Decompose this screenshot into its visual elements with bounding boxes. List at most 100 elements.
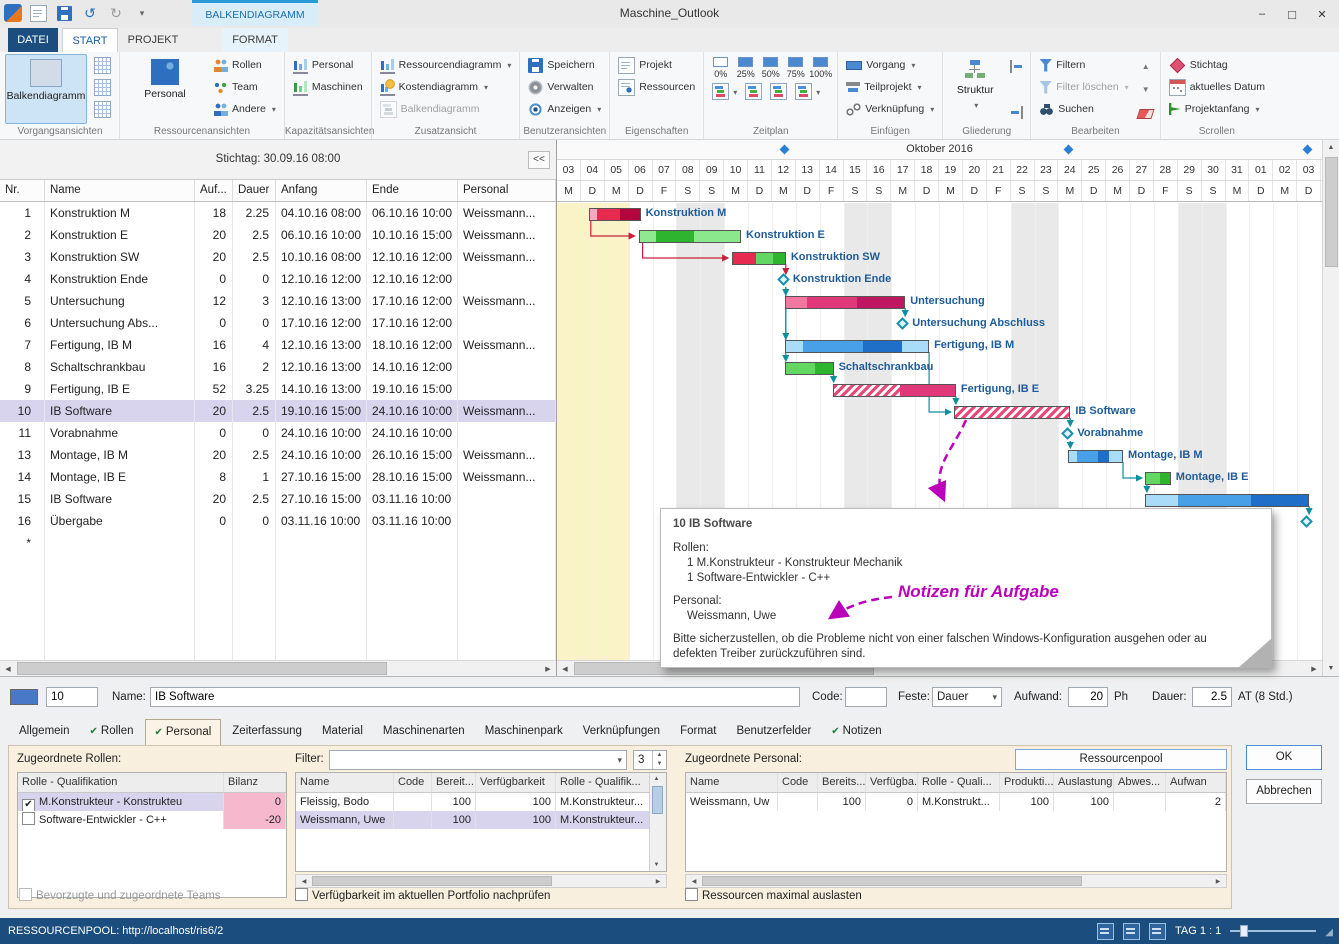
scroll-right-icon[interactable]: ▶ <box>1306 661 1322 676</box>
task-row[interactable]: 10 IB Software 20 2.5 19.10.16 15:00 24.10.16… <box>0 400 556 422</box>
cancel-button[interactable]: Abbrechen <box>1246 779 1322 804</box>
code-field[interactable] <box>845 687 887 707</box>
assigned-header-code[interactable]: Code <box>778 773 818 792</box>
scroll-thumb[interactable] <box>1325 157 1338 267</box>
gantt-bar[interactable] <box>1068 450 1124 463</box>
projekt-eigenschaften-button[interactable]: Projekt <box>614 54 699 76</box>
suchen-button[interactable]: Suchen <box>1035 98 1132 120</box>
scroll-left-icon[interactable]: ◀ <box>557 661 573 676</box>
dauer-field[interactable] <box>1192 687 1232 707</box>
ressourcendiagramm-button[interactable]: Ressourcendiagramm <box>376 54 516 76</box>
gantt-bar[interactable] <box>732 252 786 265</box>
task-row[interactable]: 5 Untersuchung 12 3 12.10.16 13:00 17.10.16 1… <box>0 290 556 312</box>
pool-table-scrollbar[interactable]: ▲ ▼ <box>649 773 666 871</box>
tab-datei[interactable]: DATEI <box>8 28 58 52</box>
scroll-left-icon[interactable]: ◀ <box>0 661 16 676</box>
gantt-bar[interactable] <box>638 230 742 243</box>
vertical-scrollbar[interactable]: ▲ ▼ <box>1322 140 1339 676</box>
assigned-header-abwesenheit[interactable]: Abwes... <box>1114 773 1166 792</box>
progress-0-button[interactable]: 0% <box>708 54 733 79</box>
task-row[interactable]: 3 Konstruktion SW 20 2.5 10.10.16 08:00 12.10… <box>0 246 556 268</box>
tab-start[interactable]: START <box>62 28 118 52</box>
task-row[interactable]: 9 Fertigung, IB E 52 3.25 14.10.16 13:00 19.1… <box>0 378 556 400</box>
column-header-nr[interactable]: Nr. <box>0 180 45 201</box>
verwalten-button[interactable]: Verwalten <box>524 76 605 98</box>
assigned-header-auslastung[interactable]: Auslastung <box>1054 773 1114 792</box>
scroll-thumb[interactable] <box>702 876 1082 886</box>
gantt-bar[interactable] <box>784 296 906 309</box>
assigned-header-verfuegbar[interactable]: Verfügba... <box>866 773 918 792</box>
detail-tab-material[interactable]: Material <box>313 719 372 743</box>
collapse-up-button[interactable] <box>1136 56 1156 76</box>
role-checkbox[interactable] <box>22 812 35 825</box>
schedule-tool-3-button[interactable] <box>766 81 791 101</box>
scroll-thumb[interactable] <box>652 786 663 814</box>
filter-combo[interactable] <box>329 750 627 770</box>
andere-button[interactable]: Andere <box>209 98 280 120</box>
spin-down-icon[interactable]: ▼ <box>653 760 666 769</box>
aktuelles-datum-button[interactable]: aktuelles Datum <box>1165 76 1269 98</box>
task-view-2-button[interactable] <box>90 76 115 98</box>
role-checkbox[interactable] <box>22 799 35 811</box>
task-name-field[interactable] <box>150 687 800 707</box>
ressourcen-eigenschaften-button[interactable]: Ressourcen <box>614 76 699 98</box>
redo-button[interactable] <box>106 3 126 23</box>
scroll-up-icon[interactable]: ▲ <box>1323 140 1339 155</box>
kostendiagramm-button[interactable]: Kostendiagramm <box>376 76 516 98</box>
pool-row[interactable]: Weissmann, Uwe 100 100 M.Konstrukteur... <box>296 811 652 829</box>
team-button[interactable]: Team <box>209 76 280 98</box>
zoom-slider[interactable] <box>1230 925 1317 937</box>
task-row[interactable]: 7 Fertigung, IB M 16 4 12.10.16 13:00 18.10.1… <box>0 334 556 356</box>
undo-button[interactable] <box>80 3 100 23</box>
scroll-left-icon[interactable]: ◀ <box>296 874 312 889</box>
gantt-bar[interactable] <box>953 406 1071 419</box>
view-switch-icon-3[interactable] <box>1149 922 1167 940</box>
feste-select[interactable]: Dauer <box>932 687 1002 707</box>
column-header-aufwand[interactable]: Auf... <box>195 180 233 201</box>
gantt-bar[interactable] <box>784 362 834 375</box>
detail-tab-notizen[interactable]: Notizen <box>822 719 890 743</box>
task-row[interactable]: 8 Schaltschrankbau 16 2 12.10.16 13:00 14.10.… <box>0 356 556 378</box>
scroll-down-icon[interactable]: ▼ <box>649 859 664 871</box>
detail-tab-verknüpfungen[interactable]: Verknüpfungen <box>574 719 669 743</box>
kapazitaet-personal-button[interactable]: Personal <box>289 54 367 76</box>
task-row[interactable]: 14 Montage, IB E 8 1 27.10.16 15:00 28.10.16 … <box>0 466 556 488</box>
ok-button[interactable]: OK <box>1246 745 1322 770</box>
filter-count-spinner[interactable]: 3 ▲ ▼ <box>633 750 667 770</box>
progress-25-button[interactable]: 25% <box>733 54 758 79</box>
close-button[interactable] <box>1307 0 1337 28</box>
teams-checkbox[interactable]: Bevorzugte und zugeordnete Teams <box>19 888 221 902</box>
task-row[interactable]: 11 Vorabnahme 0 0 24.10.16 10:00 24.10.16 10:… <box>0 422 556 444</box>
pool-header-bereit[interactable]: Bereit... <box>432 773 476 792</box>
task-color-swatch[interactable] <box>10 689 38 705</box>
indent-button[interactable] <box>1006 102 1026 122</box>
column-header-anfang[interactable]: Anfang <box>276 180 367 201</box>
aufwand-field[interactable] <box>1068 687 1108 707</box>
task-row[interactable]: 15 IB Software 20 2.5 27.10.16 15:00 03.11.16… <box>0 488 556 510</box>
task-row[interactable]: 1 Konstruktion M 18 2.25 04.10.16 08:00 06.10… <box>0 202 556 224</box>
pool-horizontal-scrollbar[interactable]: ◀ ▶ <box>295 874 667 888</box>
gantt-bar[interactable] <box>588 208 641 221</box>
tab-format[interactable]: FORMAT <box>222 28 288 52</box>
scroll-left-icon[interactable]: ◀ <box>686 874 702 889</box>
vorgang-button[interactable]: Vorgang <box>842 54 938 76</box>
column-header-name[interactable]: Name <box>45 180 195 201</box>
pool-row[interactable]: Fleissig, Bodo 100 100 M.Konstrukteur... <box>296 793 652 811</box>
anzeigen-button[interactable]: Anzeigen <box>524 98 605 120</box>
detail-tab-zeiterfassung[interactable]: Zeiterfassung <box>223 719 311 743</box>
pool-header-verfuegbarkeit[interactable]: Verfügbarkeit <box>476 773 556 792</box>
filtern-button[interactable]: Filtern <box>1035 54 1132 76</box>
schedule-tool-2-button[interactable] <box>741 81 766 101</box>
pool-header-name[interactable]: Name <box>296 773 394 792</box>
view-switch-icon-1[interactable] <box>1097 922 1115 940</box>
column-header-personal[interactable]: Personal <box>458 180 556 201</box>
gantt-bar[interactable] <box>832 384 956 397</box>
column-header-ende[interactable]: Ende <box>367 180 458 201</box>
detail-tab-allgemein[interactable]: Allgemein <box>10 719 79 743</box>
task-row[interactable]: * <box>0 532 556 554</box>
scroll-right-icon[interactable]: ▶ <box>1210 874 1226 889</box>
struktur-button[interactable]: Struktur <box>947 54 1003 124</box>
save-button[interactable] <box>54 3 74 23</box>
scroll-right-icon[interactable]: ▶ <box>650 874 666 889</box>
roles-header-qualifikation[interactable]: Rolle - Qualifikation <box>18 773 224 792</box>
